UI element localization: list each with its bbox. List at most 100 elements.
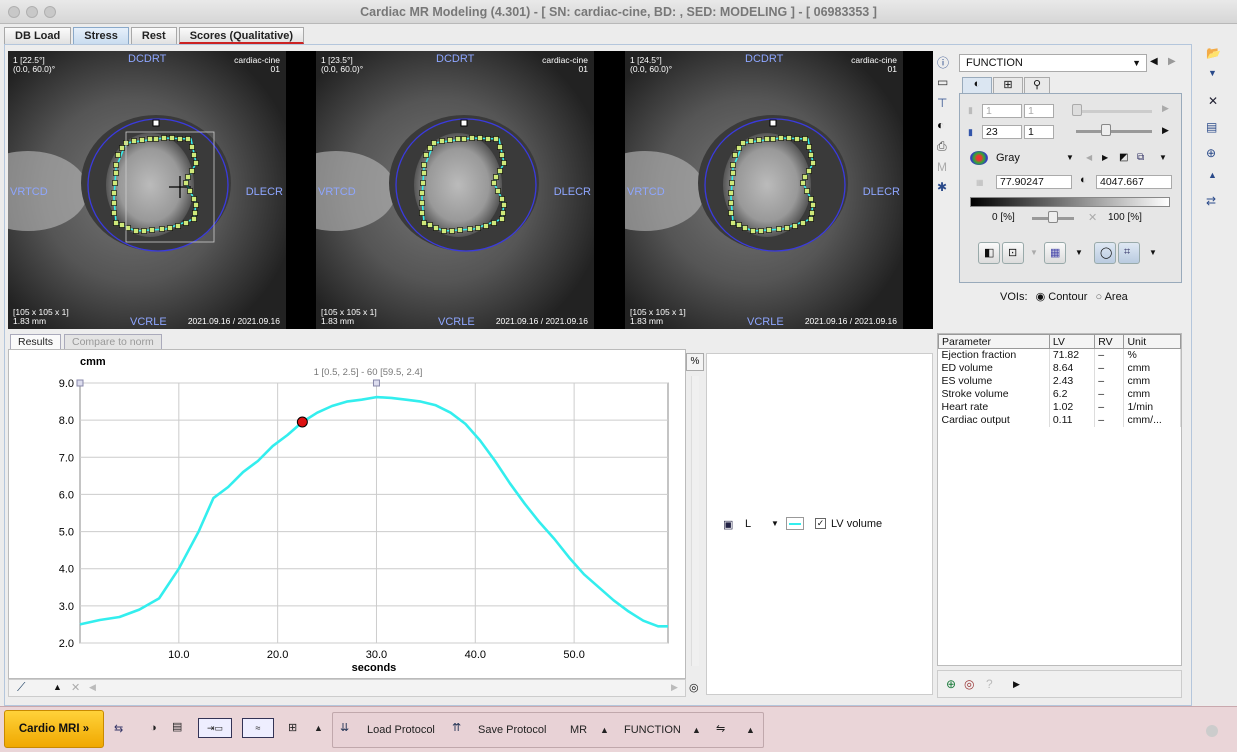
toolbar-icon-2[interactable]: ◑ <box>150 722 157 734</box>
expand-icon[interactable]: ▶ <box>1013 679 1020 690</box>
contour-point[interactable] <box>439 138 445 144</box>
column-header[interactable]: Unit <box>1123 334 1181 349</box>
tab-stress[interactable]: Stress <box>73 27 129 44</box>
contour-point[interactable] <box>808 216 814 222</box>
contour-point[interactable] <box>427 222 433 228</box>
contour-point[interactable] <box>742 225 748 231</box>
contour-point[interactable] <box>501 160 507 166</box>
colormap-select[interactable]: Gray <box>996 152 1020 164</box>
contour-point[interactable] <box>431 140 437 146</box>
image-viewer-3[interactable]: 1 [24.5°] (0.0, 60.0)° cardiac-cine 01 DCDRT… <box>625 51 903 329</box>
contour-point[interactable] <box>147 136 153 142</box>
contour-point[interactable] <box>177 136 183 142</box>
volume-chart[interactable]: 10.0 20.0 30.0 40.0 50.0 2.0 3.0 4.0 5.0 6.0 7.0 8.… <box>8 349 686 679</box>
contour-point[interactable] <box>193 202 199 208</box>
contour-point[interactable] <box>185 136 191 142</box>
contour-point[interactable] <box>485 136 491 142</box>
chevron-down-icon[interactable]: ▼ <box>1208 68 1217 78</box>
contour-point[interactable] <box>113 162 119 168</box>
prev-mode-button[interactable]: ◀ <box>1150 56 1158 67</box>
chevron-down-icon[interactable]: ▼ <box>1030 248 1038 257</box>
mode-select[interactable]: FUNCTION ▼ <box>959 54 1147 72</box>
contour-point[interactable] <box>133 228 139 234</box>
tab-results[interactable]: Results <box>10 334 62 349</box>
contour-point[interactable] <box>469 135 475 141</box>
overlay-button[interactable]: ⊡ <box>1002 242 1024 264</box>
series-checkbox[interactable]: ✓ <box>815 518 826 529</box>
chevron-down-icon[interactable]: ▼ <box>1159 153 1167 162</box>
contour-point[interactable] <box>802 174 808 180</box>
contour-point[interactable] <box>740 140 746 146</box>
percent-button[interactable]: % <box>686 353 704 371</box>
contour-point[interactable] <box>113 170 119 176</box>
contour-point[interactable] <box>483 223 489 229</box>
marker-icon[interactable]: M <box>937 160 947 174</box>
prev-icon[interactable]: ◀ <box>1086 153 1092 162</box>
contour-point[interactable] <box>167 225 173 231</box>
contour-point[interactable] <box>766 227 772 233</box>
vertical-scrollbar[interactable] <box>691 376 699 666</box>
contour-point[interactable] <box>493 174 499 180</box>
column-header[interactable]: LV <box>1048 334 1096 349</box>
contour-point[interactable] <box>810 160 816 166</box>
contour-point[interactable] <box>750 228 756 234</box>
palette-icon[interactable] <box>970 151 988 165</box>
column-header[interactable]: RV <box>1094 334 1125 349</box>
chevron-down-icon[interactable]: ▼ <box>1066 153 1074 162</box>
copy-icon[interactable]: ⧉ <box>1137 152 1144 163</box>
close-window-button[interactable] <box>8 6 20 18</box>
colorbar-icon[interactable]: ◩ <box>1119 152 1128 163</box>
chevron-down-icon[interactable]: ▼ <box>1075 248 1083 257</box>
contour-point[interactable] <box>786 135 792 141</box>
table-row[interactable]: Cardiac output 0.11– cmm/... <box>938 413 1181 427</box>
contour-point[interactable] <box>159 226 165 232</box>
contour-point[interactable] <box>433 225 439 231</box>
contour-point[interactable] <box>806 144 812 150</box>
frame-slider-thumb[interactable] <box>1072 104 1082 116</box>
slice-slider-thumb[interactable] <box>1101 124 1111 136</box>
contour-point[interactable] <box>187 188 193 194</box>
voi-button[interactable]: ⌗ <box>1118 242 1140 264</box>
slice-input-a[interactable]: 23 <box>982 125 1022 139</box>
contour-point[interactable] <box>784 225 790 231</box>
frame-slider[interactable] <box>1076 110 1152 113</box>
contour-point[interactable] <box>191 196 197 202</box>
contour-point[interactable] <box>447 137 453 143</box>
settings-icon[interactable]: ✱ <box>937 180 947 194</box>
contour-point[interactable] <box>455 136 461 142</box>
chevron-down-icon[interactable]: ▼ <box>771 519 779 528</box>
contour-point[interactable] <box>420 180 426 186</box>
threshold-icon[interactable]: ◐ <box>1080 174 1087 186</box>
contour-point[interactable] <box>141 228 147 234</box>
contour-point[interactable] <box>161 135 167 141</box>
contour-point[interactable] <box>728 190 734 196</box>
contour-point[interactable] <box>449 228 455 234</box>
layout-button[interactable]: ▦ <box>1044 242 1066 264</box>
contour-point[interactable] <box>461 136 467 142</box>
chevron-up-icon[interactable]: ▲ <box>600 725 609 735</box>
layout-icon[interactable]: ⊤ <box>937 96 947 110</box>
close-icon[interactable]: ✕ <box>1088 211 1097 224</box>
contour-point[interactable] <box>149 227 155 233</box>
flip-button[interactable]: ◧ <box>978 242 1000 264</box>
contour-point[interactable] <box>467 226 473 232</box>
target-icon[interactable]: ◎ <box>964 677 974 691</box>
save-icon[interactable]: ▤ <box>1206 120 1217 134</box>
function-select[interactable]: FUNCTION <box>624 724 681 736</box>
contour-point[interactable] <box>736 145 742 151</box>
contour-point[interactable] <box>183 180 189 186</box>
contour-point[interactable] <box>119 222 125 228</box>
contour-point[interactable] <box>729 180 735 186</box>
contour-point[interactable] <box>802 136 808 142</box>
help-icon[interactable]: ? <box>986 677 993 691</box>
contour-point[interactable] <box>501 202 507 208</box>
close-icon[interactable]: ✕ <box>71 681 80 694</box>
toolbar-icon-3[interactable]: ▤ <box>172 720 182 733</box>
chevron-up-icon[interactable]: ▲ <box>746 725 755 735</box>
contour-handle[interactable] <box>769 119 777 127</box>
contour-point[interactable] <box>809 210 815 216</box>
contour-point[interactable] <box>499 196 505 202</box>
image-viewer-2[interactable]: 1 [23.5°] (0.0, 60.0)° cardiac-cine 01 DCDRT… <box>316 51 594 329</box>
image-viewer-1[interactable]: 1 [22.5°] (0.0, 60.0)° cardiac-cine 01 DCDRT… <box>8 51 286 329</box>
contour-point[interactable] <box>491 180 497 186</box>
